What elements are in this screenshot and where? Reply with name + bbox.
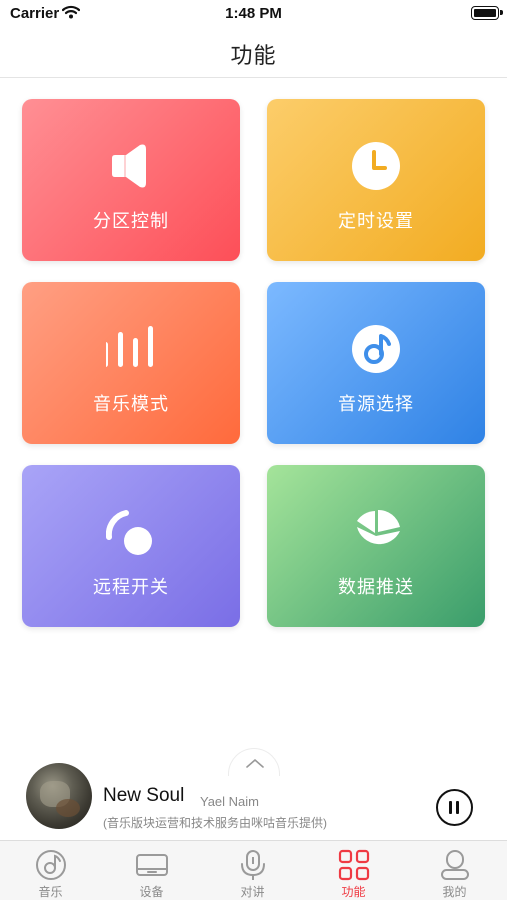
tab-label: 对讲 <box>240 885 265 899</box>
tile-label: 数据推送 <box>338 577 414 597</box>
clock-icon <box>351 141 401 191</box>
page-title: 功能 <box>230 43 277 68</box>
music-disc-icon <box>351 324 401 374</box>
tab-intercom[interactable]: 对讲 <box>202 841 303 900</box>
battery-icon <box>471 6 503 20</box>
service-credit: (音乐版块运营和技术服务由咪咕音乐提供) <box>103 816 327 830</box>
tile-audio-source[interactable]: 音源选择 <box>267 282 485 444</box>
song-artist: Yael Naim <box>200 794 260 809</box>
tab-bar: 音乐 设备 对讲 功能 我的 <box>0 840 507 900</box>
tab-devices[interactable]: 设备 <box>101 841 202 900</box>
tile-remote-switch[interactable]: 远程开关 <box>22 465 240 627</box>
tile-label: 分区控制 <box>93 211 169 231</box>
tab-label: 功能 <box>341 885 366 899</box>
album-art[interactable] <box>26 763 92 829</box>
tile-music-mode[interactable]: 音乐模式 <box>22 282 240 444</box>
nav-bar: 功能 <box>0 28 507 78</box>
equalizer-bars-icon <box>103 324 156 374</box>
tile-data-push[interactable]: 数据推送 <box>267 465 485 627</box>
pie-chart-icon <box>351 507 401 557</box>
tile-label: 远程开关 <box>93 577 169 597</box>
pause-button[interactable] <box>436 789 473 826</box>
tab-label: 音乐 <box>38 885 63 899</box>
tab-functions[interactable]: 功能 <box>303 841 404 900</box>
tab-label: 设备 <box>139 885 164 899</box>
tab-profile[interactable]: 我的 <box>404 841 505 900</box>
status-bar: Carrier 1:48 PM <box>0 0 507 28</box>
tab-label: 我的 <box>442 885 467 899</box>
tile-label: 定时设置 <box>338 211 414 231</box>
tab-music[interactable]: 音乐 <box>0 841 101 900</box>
tile-zone-control[interactable]: 分区控制 <box>22 99 240 261</box>
remote-switch-icon <box>105 507 156 557</box>
mini-player[interactable]: New Soul Yael Naim (音乐版块运营和技术服务由咪咕音乐提供) <box>0 758 507 840</box>
speaker-icon <box>106 141 156 191</box>
tile-label: 音源选择 <box>338 394 414 414</box>
tile-timer-settings[interactable]: 定时设置 <box>267 99 485 261</box>
status-time: 1:48 PM <box>225 5 282 22</box>
tile-label: 音乐模式 <box>93 394 169 414</box>
song-title: New Soul <box>103 785 185 806</box>
